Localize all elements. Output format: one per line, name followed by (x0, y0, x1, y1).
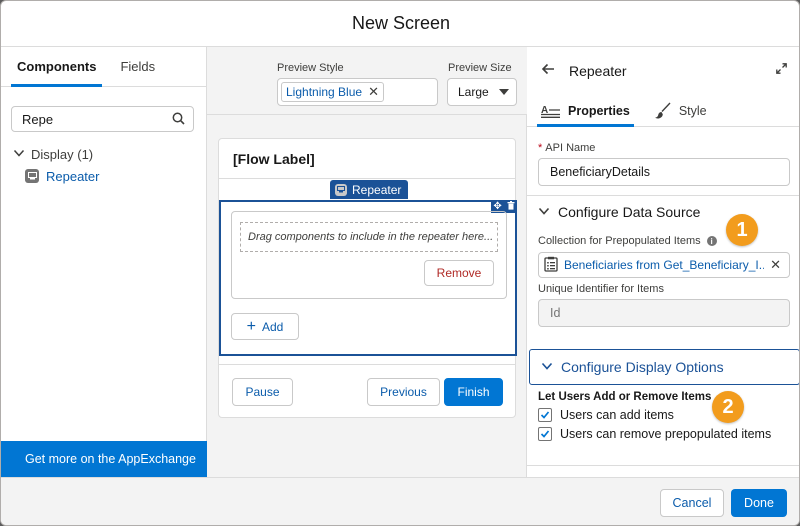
repeater-component-icon (335, 183, 347, 196)
tab-fields[interactable]: Fields (114, 47, 161, 86)
preview-style-input[interactable]: Lightning Blue ✕ (277, 78, 438, 106)
tab-style-label: Style (678, 103, 707, 118)
done-button[interactable]: Done (731, 489, 787, 517)
tree-item-label[interactable]: Repeater (46, 169, 99, 184)
flow-label: [Flow Label] (233, 151, 315, 167)
tab-style[interactable]: Style (650, 95, 711, 126)
pause-button[interactable]: Pause (232, 378, 293, 406)
screen-canvas: Preview Style Lightning Blue ✕ Preview S… (207, 47, 527, 477)
tree-group-label: Display (1) (31, 146, 94, 162)
properties-tabs: A Properties Style (527, 95, 799, 127)
modal-body: Components Fields Display (1) (1, 47, 799, 477)
checkbox-users-can-remove[interactable]: Users can remove prepopulated items (538, 427, 771, 441)
component-search[interactable] (11, 106, 194, 132)
preview-size-value: Large (458, 85, 489, 99)
properties-title: Repeater (569, 63, 627, 79)
tree-item-repeater[interactable]: Repeater (25, 165, 99, 187)
unique-id-input: Id (538, 299, 790, 327)
checkbox-checked-icon[interactable] (538, 408, 552, 422)
plus-icon: + (246, 317, 256, 335)
chevron-down-icon (541, 359, 553, 375)
component-tree: Display (1) Repeater (13, 143, 99, 187)
repeater-tag-label: Repeater (352, 182, 402, 197)
callout-badge-1: 1 (726, 214, 758, 246)
chevron-down-icon (538, 204, 550, 220)
checkbox-users-can-add[interactable]: Users can add items (538, 408, 674, 422)
modal-header: New Screen (1, 1, 799, 47)
api-name-input[interactable]: BeneficiaryDetails (538, 158, 790, 186)
tab-components[interactable]: Components (11, 47, 103, 87)
search-icon (172, 112, 185, 128)
preview-style-pill[interactable]: Lightning Blue ✕ (281, 82, 384, 102)
divider (527, 465, 799, 466)
properties-header: Repeater (527, 47, 799, 95)
section-title: Configure Display Options (561, 359, 724, 375)
add-remove-label: Let Users Add or Remove Items (538, 391, 712, 403)
info-icon[interactable]: i (706, 236, 717, 247)
modal-title: New Screen (351, 13, 451, 33)
preview-style-label: Preview Style (277, 62, 344, 74)
collection-input[interactable]: Beneficiaries from Get_Beneficiary_I... … (538, 252, 790, 278)
checkbox-checked-icon[interactable] (538, 427, 552, 441)
previous-button[interactable]: Previous (367, 378, 440, 406)
tab-properties-label: Properties (568, 103, 630, 118)
section-configure-display-options[interactable]: Configure Display Options (529, 349, 799, 385)
section-configure-data-source[interactable]: Configure Data Source (527, 194, 799, 230)
expand-icon[interactable] (776, 63, 787, 77)
preview-bar: Preview Style Lightning Blue ✕ Preview S… (207, 47, 527, 115)
collection-value: Beneficiaries from Get_Beneficiary_I... (564, 258, 764, 272)
drop-zone[interactable]: Drag components to include in the repeat… (240, 222, 498, 252)
collection-label: Collection for Prepopulated Items i (538, 235, 717, 247)
new-screen-modal: New Screen Components Fields Display (1 (0, 0, 800, 526)
close-icon[interactable]: ✕ (368, 84, 379, 100)
divider (219, 178, 515, 179)
api-name-label: * API Name (538, 142, 596, 154)
preview-style-value: Lightning Blue (286, 85, 363, 99)
components-panel: Components Fields Display (1) (1, 47, 207, 477)
tree-group-display[interactable]: Display (1) (13, 143, 99, 165)
divider (219, 364, 515, 365)
callout-badge-2: 2 (712, 391, 744, 423)
close-icon[interactable]: ✕ (770, 257, 781, 273)
required-asterisk: * (538, 142, 543, 154)
repeater-item: Drag components to include in the repeat… (231, 211, 507, 299)
section-title: Configure Data Source (558, 204, 701, 220)
flow-screen-card: [Flow Label] Repeater ✥ Drag components … (218, 138, 517, 418)
tab-properties[interactable]: A Properties (537, 95, 634, 127)
search-input[interactable] (22, 111, 162, 127)
remove-button[interactable]: Remove (424, 260, 494, 286)
add-button[interactable]: + Add (231, 313, 299, 340)
repeater-component-icon (25, 169, 39, 183)
checkbox-label: Users can remove prepopulated items (560, 427, 772, 441)
repeater-tag[interactable]: Repeater (330, 180, 409, 199)
properties-icon: A (541, 105, 560, 118)
delete-icon[interactable] (507, 200, 515, 213)
appexchange-link[interactable]: Get more on the AppExchange (1, 441, 207, 477)
preview-size-select[interactable]: Large (447, 78, 517, 106)
finish-button[interactable]: Finish (444, 378, 503, 406)
checkbox-label: Users can add items (560, 408, 674, 422)
modal-footer: Cancel Done (1, 477, 799, 525)
left-tabs: Components Fields (1, 47, 206, 87)
paintbrush-icon (654, 102, 671, 118)
back-arrow-icon[interactable] (541, 62, 555, 80)
repeater-component[interactable]: ✥ Drag components to include in the repe… (219, 200, 517, 356)
collection-resource-icon (543, 256, 559, 275)
cancel-button[interactable]: Cancel (660, 489, 724, 517)
caret-down-icon (499, 89, 509, 95)
chevron-down-icon[interactable] (13, 147, 25, 162)
unique-id-label: Unique Identifier for Items (538, 283, 664, 295)
preview-size-label: Preview Size (448, 62, 512, 74)
properties-panel: Repeater A Properties Style * API Name Be… (527, 47, 799, 477)
add-button-label: Add (261, 319, 284, 334)
